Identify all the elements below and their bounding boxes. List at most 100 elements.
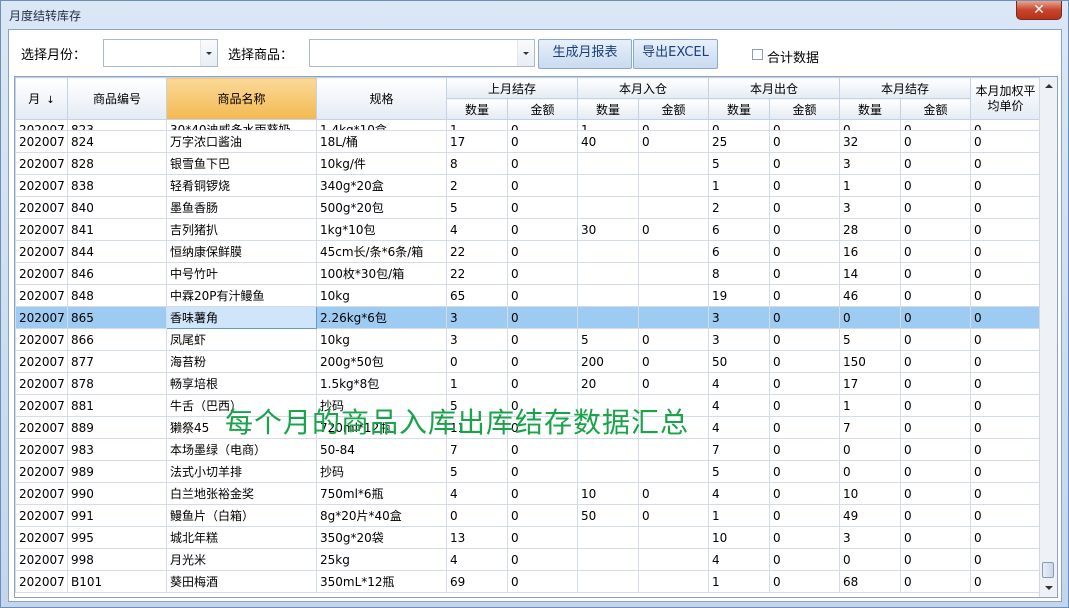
cell-avg-price[interactable]: 0 xyxy=(970,438,1041,461)
cell-out-qty[interactable]: 4 xyxy=(708,394,770,417)
cell-in-qty[interactable]: 5 xyxy=(577,328,639,351)
cell-stock-amount[interactable]: 0 xyxy=(900,548,971,571)
cell-stock-amount[interactable]: 0 xyxy=(900,306,971,329)
cell-month[interactable]: 202007 xyxy=(15,196,68,219)
cell-out-qty[interactable]: 8 xyxy=(708,262,770,285)
cell-out-amount[interactable]: 0 xyxy=(769,438,840,461)
cell-last-qty[interactable]: 8 xyxy=(446,152,508,175)
cell-out-qty[interactable]: 7 xyxy=(708,438,770,461)
cell-name[interactable]: 白兰地张裕金奖 xyxy=(166,482,317,505)
cell-month[interactable]: 202007 xyxy=(15,306,68,329)
cell-out-qty[interactable]: 3 xyxy=(708,328,770,351)
col-spec[interactable]: 规格 xyxy=(316,77,447,120)
cell-name[interactable]: 吉列猪扒 xyxy=(166,218,317,241)
vertical-scrollbar[interactable] xyxy=(1039,77,1057,597)
cell-avg-price[interactable]: 0 xyxy=(970,460,1041,483)
cell-in-amount[interactable] xyxy=(638,152,709,175)
cell-last-qty[interactable]: 17 xyxy=(446,130,508,153)
cell-in-qty[interactable]: 20 xyxy=(577,372,639,395)
cell-in-qty[interactable]: 10 xyxy=(577,482,639,505)
cell-code[interactable]: B101 xyxy=(67,570,167,593)
cell-in-qty[interactable] xyxy=(577,548,639,571)
cell-out-amount[interactable]: 0 xyxy=(769,350,840,373)
cell-stock-qty[interactable]: 3 xyxy=(839,196,901,219)
cell-last-qty[interactable]: 7 xyxy=(446,438,508,461)
cell-stock-qty[interactable]: 14 xyxy=(839,262,901,285)
cell-spec[interactable]: 200g*50包 xyxy=(316,350,447,373)
cell-last-qty[interactable]: 65 xyxy=(446,284,508,307)
cell-in-amount[interactable] xyxy=(638,284,709,307)
cell-name[interactable]: 30*40迪威多水雨葵奶 xyxy=(166,119,317,131)
cell-stock-amount[interactable]: 0 xyxy=(900,394,971,417)
cell-stock-amount[interactable]: 0 xyxy=(900,262,971,285)
cell-out-amount[interactable]: 0 xyxy=(769,548,840,571)
table-row[interactable]: 202007 990 白兰地张裕金奖 750ml*6瓶 4 0 10 0 4 0 10 0 0 xyxy=(15,482,1041,505)
cell-in-qty[interactable]: 30 xyxy=(577,218,639,241)
cell-avg-price[interactable]: 0 xyxy=(970,262,1041,285)
col-stock-amount[interactable]: 金额 xyxy=(900,98,971,120)
cell-out-amount[interactable]: 0 xyxy=(769,306,840,329)
table-row[interactable]: 202007 983 本场墨绿（电商） 50-84 7 0 7 0 0 0 0 xyxy=(15,438,1041,461)
cell-out-amount[interactable]: 0 xyxy=(769,570,840,593)
cell-spec[interactable]: 1kg*10包 xyxy=(316,218,447,241)
col-name[interactable]: 商品名称 xyxy=(166,77,317,120)
cell-spec[interactable]: 340g*20盒 xyxy=(316,174,447,197)
table-row[interactable]: 202007 B101 葵田梅酒 350mL*12瓶 69 0 1 0 68 0 0 xyxy=(15,570,1041,593)
cell-last-qty[interactable]: 2 xyxy=(446,174,508,197)
cell-code[interactable]: 846 xyxy=(67,262,167,285)
cell-out-qty[interactable]: 2 xyxy=(708,196,770,219)
scroll-up-icon[interactable] xyxy=(1041,78,1056,94)
cell-stock-amount[interactable]: 0 xyxy=(900,482,971,505)
cell-stock-amount[interactable]: 0 xyxy=(900,350,971,373)
cell-stock-amount[interactable]: 0 xyxy=(900,130,971,153)
cell-out-amount[interactable]: 0 xyxy=(769,119,840,131)
cell-last-qty[interactable]: 4 xyxy=(446,482,508,505)
cell-stock-amount[interactable]: 0 xyxy=(900,328,971,351)
export-excel-button[interactable]: 导出EXCEL xyxy=(633,39,718,69)
cell-stock-amount[interactable]: 0 xyxy=(900,460,971,483)
cell-month[interactable]: 202007 xyxy=(15,218,68,241)
cell-spec[interactable]: 750ml*6瓶 xyxy=(316,482,447,505)
cell-code[interactable]: 841 xyxy=(67,218,167,241)
cell-out-qty[interactable]: 25 xyxy=(708,130,770,153)
cell-last-amount[interactable]: 0 xyxy=(507,218,578,241)
col-out-amount[interactable]: 金额 xyxy=(769,98,840,120)
chevron-down-icon[interactable] xyxy=(200,40,217,66)
cell-code[interactable]: 991 xyxy=(67,504,167,527)
cell-spec[interactable]: 8g*20片*40盒 xyxy=(316,504,447,527)
cell-last-amount[interactable]: 0 xyxy=(507,460,578,483)
cell-month[interactable]: 202007 xyxy=(15,504,68,527)
cell-stock-qty[interactable]: 150 xyxy=(839,350,901,373)
cell-out-amount[interactable]: 0 xyxy=(769,394,840,417)
cell-code[interactable]: 983 xyxy=(67,438,167,461)
cell-last-qty[interactable]: 22 xyxy=(446,240,508,263)
cell-avg-price[interactable]: 0 xyxy=(970,504,1041,527)
cell-last-qty[interactable]: 4 xyxy=(446,218,508,241)
cell-last-qty[interactable]: 4 xyxy=(446,548,508,571)
cell-in-amount[interactable] xyxy=(638,240,709,263)
cell-out-amount[interactable]: 0 xyxy=(769,262,840,285)
cell-last-qty[interactable]: 13 xyxy=(446,526,508,549)
product-select[interactable] xyxy=(309,39,535,67)
cell-stock-qty[interactable]: 0 xyxy=(839,306,901,329)
cell-avg-price[interactable]: 0 xyxy=(970,152,1041,175)
table-row[interactable]: 202007 846 中号竹叶 100枚*30包/箱 22 0 8 0 14 0 0 xyxy=(15,262,1041,285)
total-data-checkbox[interactable] xyxy=(752,49,763,60)
cell-avg-price[interactable]: 0 xyxy=(970,240,1041,263)
cell-name[interactable]: 法式小切羊排 xyxy=(166,460,317,483)
table-row[interactable]: 202007 823 30*40迪威多水雨葵奶 1.4kg*10盒 1 0 1 0 0 0 0 0 0 xyxy=(15,119,1041,131)
cell-stock-qty[interactable]: 7 xyxy=(839,416,901,439)
cell-spec[interactable]: 1.4kg*10盒 xyxy=(316,119,447,131)
cell-spec[interactable]: 1.5kg*8包 xyxy=(316,372,447,395)
cell-in-qty[interactable]: 200 xyxy=(577,350,639,373)
cell-code[interactable]: 881 xyxy=(67,394,167,417)
cell-out-qty[interactable]: 4 xyxy=(708,416,770,439)
cell-last-amount[interactable]: 0 xyxy=(507,504,578,527)
cell-last-amount[interactable]: 0 xyxy=(507,284,578,307)
cell-avg-price[interactable]: 0 xyxy=(970,218,1041,241)
cell-in-qty[interactable] xyxy=(577,174,639,197)
cell-last-qty[interactable]: 5 xyxy=(446,196,508,219)
cell-out-amount[interactable]: 0 xyxy=(769,526,840,549)
col-in-qty[interactable]: 数量 xyxy=(577,98,639,120)
cell-code[interactable]: 989 xyxy=(67,460,167,483)
